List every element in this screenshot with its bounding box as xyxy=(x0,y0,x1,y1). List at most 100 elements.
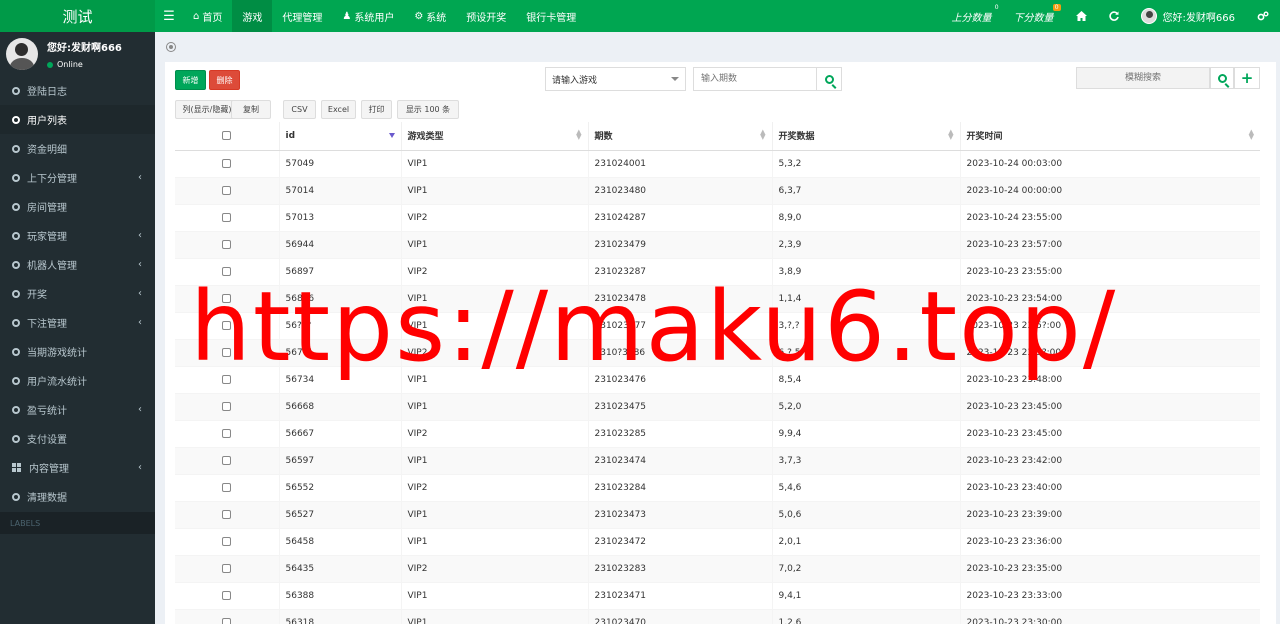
sidebar-item-3[interactable]: 上下分管理 ‹ xyxy=(0,163,155,192)
table-row[interactable]: 567?1 VIP2 2310?3286 6,?,5 2023-10-23 23:5?:… xyxy=(175,338,1260,366)
sidebar-item-12[interactable]: 支付设置 xyxy=(0,424,155,453)
row-checkbox[interactable] xyxy=(222,320,232,330)
table-cell: VIP1 xyxy=(400,230,588,258)
row-checkbox[interactable] xyxy=(222,509,232,519)
row-checkbox[interactable] xyxy=(222,455,232,465)
topnav-item-2[interactable]: 代理管理 xyxy=(272,0,332,32)
row-checkbox[interactable] xyxy=(222,401,232,411)
sidebar-item-9[interactable]: 当期游戏统计 xyxy=(0,337,155,366)
table-row[interactable]: 56552 VIP2 231023284 5,4,6 2023-10-23 23:40:… xyxy=(175,473,1260,501)
sidebar-item-8[interactable]: 下注管理 ‹ xyxy=(0,308,155,337)
topnav-item-4[interactable]: ⚙ 系统 xyxy=(404,0,456,32)
sidebar-item-14[interactable]: 清理数据 xyxy=(0,482,155,511)
sidebar-item-4[interactable]: 房间管理 xyxy=(0,192,155,221)
sidebar-item-11[interactable]: 盈亏统计 ‹ xyxy=(0,395,155,424)
table-row[interactable]: 56897 VIP2 231023287 3,8,9 2023-10-23 23:55:… xyxy=(175,257,1260,285)
topnav-item-0[interactable]: ⌂ 首页 xyxy=(183,0,232,32)
row-checkbox[interactable] xyxy=(222,563,232,573)
export-button-5[interactable]: 显示 100 条 xyxy=(397,100,459,119)
sidebar-item-10[interactable]: 用户流水统计 xyxy=(0,366,155,395)
table-row[interactable]: 56??? VIP1 231023477 3,?,? 2023-10-23 23:5?:… xyxy=(175,311,1260,339)
row-checkbox[interactable] xyxy=(222,185,232,195)
table-row[interactable]: 56667 VIP2 231023285 9,9,4 2023-10-23 23:45:… xyxy=(175,419,1260,447)
home-icon[interactable] xyxy=(1065,0,1098,32)
delete-button[interactable]: 删除 xyxy=(209,70,240,90)
sidebar-item-13[interactable]: 内容管理 ‹ xyxy=(0,453,155,482)
export-button-0[interactable]: 列(显示/隐藏) xyxy=(175,100,239,119)
row-checkbox[interactable] xyxy=(222,158,232,168)
topnav-item-5[interactable]: 预设开奖 xyxy=(456,0,516,32)
down-score-label: 下分数量 xyxy=(1013,12,1054,24)
table-row[interactable]: 56388 VIP1 231023471 9,4,1 2023-10-23 23:33:… xyxy=(175,581,1260,609)
table-row[interactable]: 56527 VIP1 231023473 5,0,6 2023-10-23 23:39:… xyxy=(175,500,1260,528)
export-button-4[interactable]: 打印 xyxy=(361,100,392,119)
sidebar: 您好:发财啊666 Online 登陆日志 用户列表 资金明细 上下分管理 ‹ 房间管理玩… xyxy=(0,32,155,624)
fuzzy-search-button[interactable] xyxy=(1210,67,1234,89)
sidebar-item-7[interactable]: 开奖 ‹ xyxy=(0,279,155,308)
export-button-1[interactable]: 复制 xyxy=(231,100,271,119)
row-checkbox[interactable] xyxy=(222,347,232,357)
table-row[interactable]: 56458 VIP1 231023472 2,0,1 2023-10-23 23:36:… xyxy=(175,527,1260,555)
table-row[interactable]: 57014 VIP1 231023480 6,3,7 2023-10-24 00:00:… xyxy=(175,176,1260,204)
table-row[interactable]: 56435 VIP2 231023283 7,0,2 2023-10-23 23:35:… xyxy=(175,554,1260,582)
sidebar-item-label: 内容管理 xyxy=(29,464,69,475)
user-menu[interactable]: 您好:发财啊666 xyxy=(1130,0,1246,32)
table-row[interactable]: 56876 VIP1 231023478 1,1,4 2023-10-23 23:54:… xyxy=(175,284,1260,312)
column-header-2[interactable]: 期数 ▲ ▼ xyxy=(587,122,772,151)
table-row[interactable]: 56734 VIP1 231023476 8,5,4 2023-10-23 23:48:… xyxy=(175,365,1260,393)
app-logo[interactable]: 测试 xyxy=(0,0,155,32)
table-cell: 3,?,? xyxy=(771,311,960,339)
row-select-cell xyxy=(175,581,279,609)
table-row[interactable]: 57013 VIP2 231024287 8,9,0 2023-10-24 23:55:… xyxy=(175,203,1260,231)
sidebar-item-2[interactable]: 资金明细 xyxy=(0,134,155,163)
fuzzy-search-input[interactable] xyxy=(1076,67,1210,89)
table-row[interactable]: 56944 VIP1 231023479 2,3,9 2023-10-23 23:57:… xyxy=(175,230,1260,258)
topnav-item-1[interactable]: 游戏 xyxy=(232,0,273,32)
export-button-2[interactable]: CSV xyxy=(283,100,316,119)
column-header-1[interactable]: 游戏类型 ▲ ▼ xyxy=(400,122,588,151)
row-checkbox[interactable] xyxy=(222,212,232,222)
column-header-0[interactable]: id xyxy=(278,122,401,151)
row-select-cell xyxy=(175,419,279,447)
sidebar-item-6[interactable]: 机器人管理 ‹ xyxy=(0,250,155,279)
row-checkbox[interactable] xyxy=(222,617,232,624)
game-select[interactable]: 请输入游戏 xyxy=(545,67,686,91)
row-checkbox[interactable] xyxy=(222,266,232,276)
row-checkbox[interactable] xyxy=(222,536,232,546)
row-checkbox[interactable] xyxy=(222,293,232,303)
table-cell: 56458 xyxy=(278,527,401,555)
topnav-item-3[interactable]: ♟ 系统用户 xyxy=(332,0,404,32)
sidebar-toggle-icon[interactable]: ☰ xyxy=(155,9,183,24)
column-header-3[interactable]: 开奖数据 ▲ ▼ xyxy=(771,122,960,151)
row-checkbox[interactable] xyxy=(222,428,232,438)
gear-icon: ⚙ xyxy=(414,10,424,22)
export-button-3[interactable]: Excel xyxy=(321,100,356,119)
period-input[interactable] xyxy=(693,67,817,91)
topnav-item-6[interactable]: 银行卡管理 xyxy=(516,0,586,32)
table-row[interactable]: 56668 VIP1 231023475 5,2,0 2023-10-23 23:45:… xyxy=(175,392,1260,420)
sidebar-item-5[interactable]: 玩家管理 ‹ xyxy=(0,221,155,250)
sidebar-item-0[interactable]: 登陆日志 xyxy=(0,76,155,105)
column-header-4[interactable]: 开奖时间 ▲ ▼ xyxy=(959,122,1260,151)
row-checkbox[interactable] xyxy=(222,239,232,249)
table-cell: 57013 xyxy=(278,203,401,231)
refresh-icon[interactable] xyxy=(1098,0,1130,32)
sidebar-item-1[interactable]: 用户列表 xyxy=(0,105,155,134)
down-score-count[interactable]: 下分数量 0 xyxy=(1003,0,1065,32)
table-row[interactable]: 56597 VIP1 231023474 3,7,3 2023-10-23 23:42:… xyxy=(175,446,1260,474)
table-row[interactable]: 56318 VIP1 231023470 1,2,6 2023-10-23 23:30:… xyxy=(175,608,1260,624)
row-checkbox[interactable] xyxy=(222,482,232,492)
breadcrumb-dashboard-icon[interactable] xyxy=(166,42,176,52)
add-filter-button[interactable]: + xyxy=(1234,67,1260,89)
circle-icon xyxy=(12,376,20,385)
select-all-checkbox[interactable] xyxy=(222,130,232,140)
table-cell: 2023-10-23 23:36:00 xyxy=(959,527,1260,555)
period-search-button[interactable] xyxy=(816,67,842,91)
settings-gears-icon[interactable] xyxy=(1246,0,1280,32)
add-button[interactable]: 新增 xyxy=(175,70,206,90)
row-checkbox[interactable] xyxy=(222,590,232,600)
row-checkbox[interactable] xyxy=(222,374,232,384)
draw-results-table: id 游戏类型 ▲ ▼ 期数 ▲ ▼ 开奖数据 ▲ ▼ 开奖时间 ▲ ▼ 57049 VIP1 231024… xyxy=(175,122,1260,624)
up-score-count[interactable]: 上分数量 0 xyxy=(941,0,1003,32)
table-row[interactable]: 57049 VIP1 231024001 5,3,2 2023-10-24 00:03:… xyxy=(175,149,1260,177)
